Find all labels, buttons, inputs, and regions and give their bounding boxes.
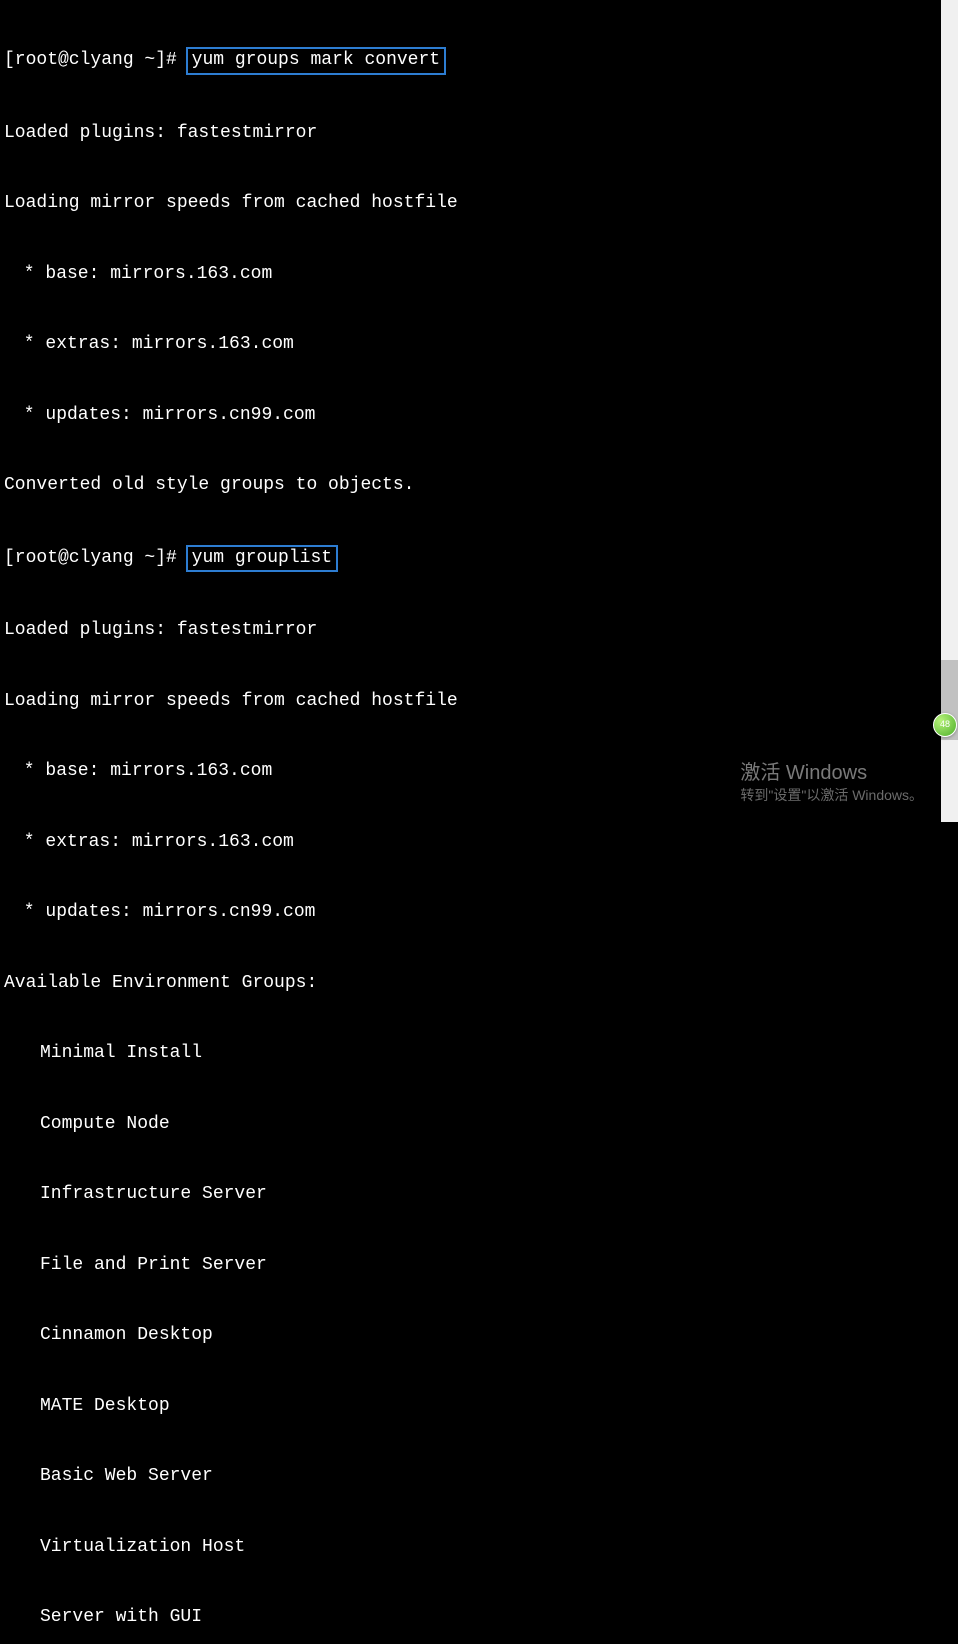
group-item: File and Print Server <box>4 1254 954 1278</box>
output-line: * base: mirrors.163.com <box>4 263 954 287</box>
group-item: MATE Desktop <box>4 1395 954 1419</box>
group-item: Infrastructure Server <box>4 1183 954 1207</box>
terminal-output[interactable]: [root@clyang ~]# yum groups mark convert… <box>0 0 958 1644</box>
group-item: Minimal Install <box>4 1042 954 1066</box>
output-line: * updates: mirrors.cn99.com <box>4 901 954 925</box>
group-item: Virtualization Host <box>4 1536 954 1560</box>
env-groups-header: Available Environment Groups: <box>4 972 954 996</box>
shell-prompt: [root@clyang ~]# <box>4 548 188 568</box>
command-line-2: [root@clyang ~]# yum grouplist <box>4 545 954 573</box>
group-item: Compute Node <box>4 1113 954 1137</box>
group-item: Basic Web Server <box>4 1465 954 1489</box>
output-line: Converted old style groups to objects. <box>4 474 954 498</box>
output-line: * extras: mirrors.163.com <box>4 831 954 855</box>
group-item: Cinnamon Desktop <box>4 1324 954 1348</box>
output-line: * base: mirrors.163.com <box>4 760 954 784</box>
notification-badge[interactable]: 48 <box>933 713 957 737</box>
output-line: Loading mirror speeds from cached hostfi… <box>4 690 954 714</box>
scrollbar-track[interactable] <box>941 0 958 822</box>
group-item: Server with GUI <box>4 1606 954 1630</box>
shell-prompt: [root@clyang ~]# <box>4 50 188 70</box>
output-line: Loading mirror speeds from cached hostfi… <box>4 192 954 216</box>
output-line: Loaded plugins: fastestmirror <box>4 122 954 146</box>
output-line: * extras: mirrors.163.com <box>4 333 954 357</box>
output-line: * updates: mirrors.cn99.com <box>4 404 954 428</box>
highlighted-command-1: yum groups mark convert <box>186 47 446 75</box>
command-line-1: [root@clyang ~]# yum groups mark convert <box>4 47 954 75</box>
highlighted-command-2: yum grouplist <box>186 545 338 573</box>
output-line: Loaded plugins: fastestmirror <box>4 619 954 643</box>
